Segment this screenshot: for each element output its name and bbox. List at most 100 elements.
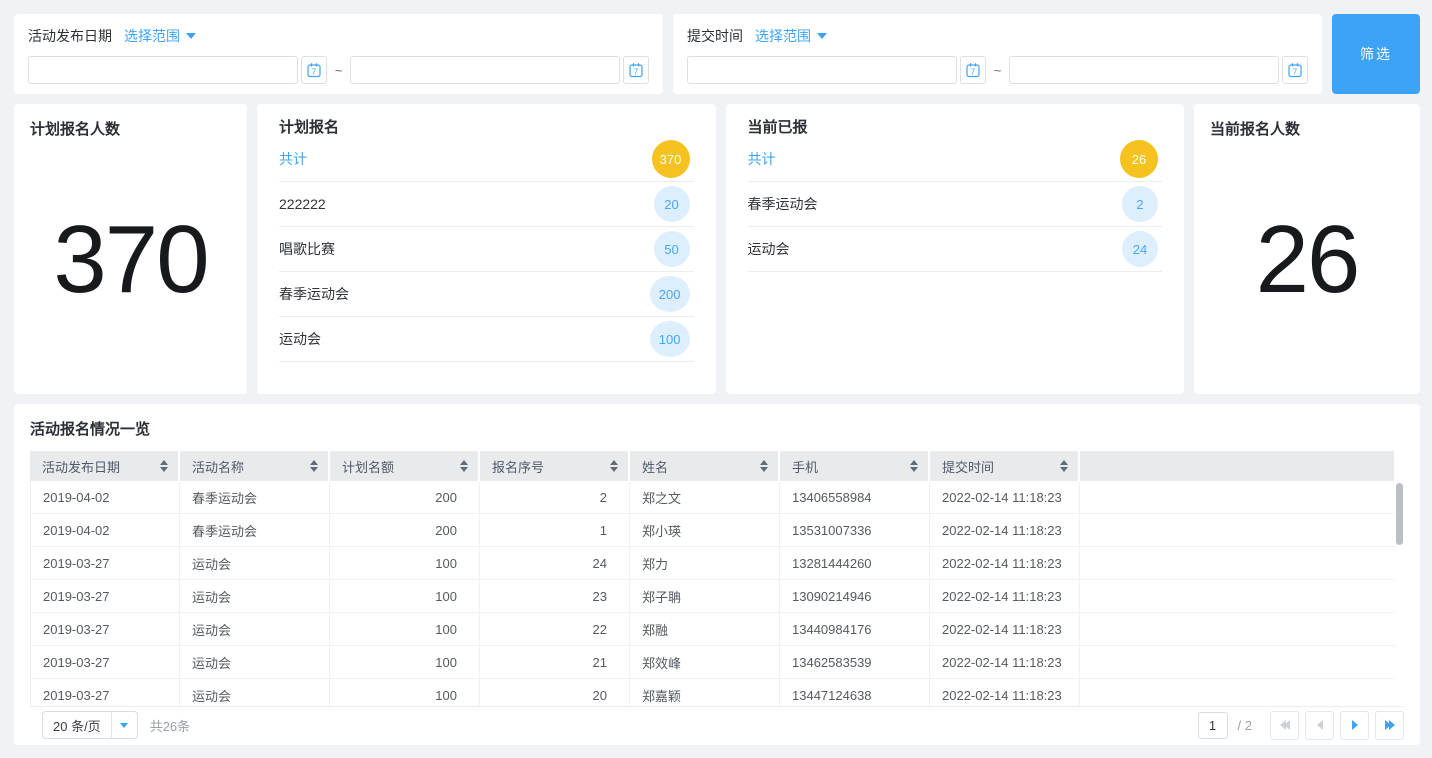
list-total-row: 共计 370 xyxy=(279,137,694,182)
total-badge: 26 xyxy=(1120,140,1158,178)
first-page-button[interactable] xyxy=(1270,711,1299,740)
submit-range-link-text: 选择范围 xyxy=(755,26,811,46)
scrollbar-thumb[interactable] xyxy=(1396,483,1403,545)
cell-phone: 13531007336 xyxy=(780,514,930,547)
cell-name: 郑子聃 xyxy=(630,580,780,613)
svg-text:7: 7 xyxy=(970,68,975,77)
submit-time-label: 提交时间 xyxy=(687,26,743,46)
submit-time-filter-head: 提交时间 选择范围 xyxy=(687,25,1308,47)
sort-icon xyxy=(910,460,918,472)
range-separator: ~ xyxy=(335,63,343,78)
publish-date-filter-head: 活动发布日期 选择范围 xyxy=(28,25,649,47)
publish-end-calendar-button[interactable]: 7 xyxy=(623,56,649,84)
page-size-select[interactable]: 20 条/页 xyxy=(42,711,138,739)
list-item: 222222 20 xyxy=(279,182,694,227)
publish-start-calendar-button[interactable]: 7 xyxy=(301,56,327,84)
next-page-button[interactable] xyxy=(1340,711,1369,740)
cell-filler xyxy=(1080,580,1404,613)
column-header[interactable]: 手机 xyxy=(780,451,930,481)
list-item-label: 运动会 xyxy=(748,239,790,259)
sort-icon xyxy=(1060,460,1068,472)
publish-date-inputs: 7 ~ 7 xyxy=(28,56,649,84)
sort-icon xyxy=(310,460,318,472)
column-header-label: 报名序号 xyxy=(492,457,544,476)
column-header[interactable]: 姓名 xyxy=(630,451,780,481)
list-item: 唱歌比赛 50 xyxy=(279,227,694,272)
cell-phone: 13090214946 xyxy=(780,580,930,613)
table-row: 2019-03-27 运动会 100 20 郑嘉颖 13447124638 20… xyxy=(30,679,1404,706)
cell-submit-time: 2022-02-14 11:18:23 xyxy=(930,547,1080,580)
submit-end-date-input[interactable] xyxy=(1009,56,1279,84)
table-title: 活动报名情况一览 xyxy=(30,418,1404,439)
current-breakdown-card: 当前已报 共计 26 春季运动会 2 运动会 24 xyxy=(726,104,1185,394)
table-body: 2019-04-02 春季运动会 200 2 郑之文 13406558984 2… xyxy=(30,481,1404,706)
last-page-button[interactable] xyxy=(1375,711,1404,740)
column-header[interactable]: 提交时间 xyxy=(930,451,1080,481)
list-item: 运动会 100 xyxy=(279,317,694,362)
table-row: 2019-04-02 春季运动会 200 2 郑之文 13406558984 2… xyxy=(30,481,1404,514)
list-item-badge: 20 xyxy=(654,186,690,222)
cell-registration-no: 23 xyxy=(480,580,630,613)
cell-activity-name: 运动会 xyxy=(180,547,330,580)
prev-page-button[interactable] xyxy=(1305,711,1334,740)
cell-submit-time: 2022-02-14 11:18:23 xyxy=(930,514,1080,547)
cell-submit-time: 2022-02-14 11:18:23 xyxy=(930,580,1080,613)
vertical-scrollbar[interactable] xyxy=(1395,481,1404,706)
arrow-right-icon xyxy=(1352,720,1358,730)
column-header[interactable]: 活动名称 xyxy=(180,451,330,481)
publish-range-link-text: 选择范围 xyxy=(124,26,180,46)
publish-date-label: 活动发布日期 xyxy=(28,26,112,46)
column-header[interactable]: 计划名额 xyxy=(330,451,480,481)
registrations-table-panel: 活动报名情况一览 活动发布日期 活动名称 计划名额 xyxy=(14,404,1420,745)
current-count-value: 26 xyxy=(1210,139,1404,380)
cell-filler xyxy=(1080,547,1404,580)
column-header[interactable]: 活动发布日期 xyxy=(30,451,180,481)
column-header-label: 提交时间 xyxy=(942,457,994,476)
caret-down-icon xyxy=(120,723,128,728)
table-row: 2019-03-27 运动会 100 21 郑效峰 13462583539 20… xyxy=(30,646,1404,679)
cell-name: 郑融 xyxy=(630,613,780,646)
list-item-badge: 2 xyxy=(1122,186,1158,222)
planned-breakdown-card: 计划报名 共计 370 222222 20 唱歌比赛 50 xyxy=(257,104,716,394)
list-item-badge: 100 xyxy=(650,321,690,357)
table-rows: 2019-04-02 春季运动会 200 2 郑之文 13406558984 2… xyxy=(30,481,1404,706)
svg-text:7: 7 xyxy=(1293,68,1298,77)
cell-submit-time: 2022-02-14 11:18:23 xyxy=(930,646,1080,679)
cell-filler xyxy=(1080,646,1404,679)
calendar-icon: 7 xyxy=(965,62,981,78)
publish-range-link[interactable]: 选择范围 xyxy=(124,26,196,46)
column-header-label: 姓名 xyxy=(642,457,668,476)
publish-start-date-input[interactable] xyxy=(28,56,298,84)
submit-end-calendar-button[interactable]: 7 xyxy=(1282,56,1308,84)
filter-submit-button[interactable]: 筛选 xyxy=(1332,14,1420,94)
page-number-input[interactable] xyxy=(1198,712,1228,739)
submit-start-calendar-button[interactable]: 7 xyxy=(960,56,986,84)
cell-publish-date: 2019-03-27 xyxy=(30,679,180,706)
column-header-label: 计划名额 xyxy=(342,457,394,476)
select-caret-box xyxy=(111,712,137,738)
cell-registration-no: 22 xyxy=(480,613,630,646)
column-header-label: 活动发布日期 xyxy=(42,457,120,476)
cell-registration-no: 20 xyxy=(480,679,630,706)
cell-filler xyxy=(1080,481,1404,514)
table-row: 2019-03-27 运动会 100 22 郑融 13440984176 202… xyxy=(30,613,1404,646)
card-title: 当前报名人数 xyxy=(1210,118,1404,139)
submit-start-date-input[interactable] xyxy=(687,56,957,84)
list-item-badge: 24 xyxy=(1122,231,1158,267)
cell-phone: 13406558984 xyxy=(780,481,930,514)
cell-filler xyxy=(1080,514,1404,547)
column-header[interactable]: 报名序号 xyxy=(480,451,630,481)
cell-activity-name: 春季运动会 xyxy=(180,481,330,514)
cell-activity-name: 运动会 xyxy=(180,679,330,706)
cell-submit-time: 2022-02-14 11:18:23 xyxy=(930,481,1080,514)
current-breakdown-list: 春季运动会 2 运动会 24 xyxy=(748,182,1163,272)
column-header-label: 活动名称 xyxy=(192,457,244,476)
submit-range-link[interactable]: 选择范围 xyxy=(755,26,827,46)
cell-submit-time: 2022-02-14 11:18:23 xyxy=(930,613,1080,646)
cell-registration-no: 2 xyxy=(480,481,630,514)
total-count-label: 共26条 xyxy=(150,716,190,735)
planned-breakdown-list: 222222 20 唱歌比赛 50 春季运动会 200 运动会 xyxy=(279,182,694,362)
card-title: 当前已报 xyxy=(748,116,1163,137)
publish-end-date-input[interactable] xyxy=(350,56,620,84)
cell-phone: 13281444260 xyxy=(780,547,930,580)
